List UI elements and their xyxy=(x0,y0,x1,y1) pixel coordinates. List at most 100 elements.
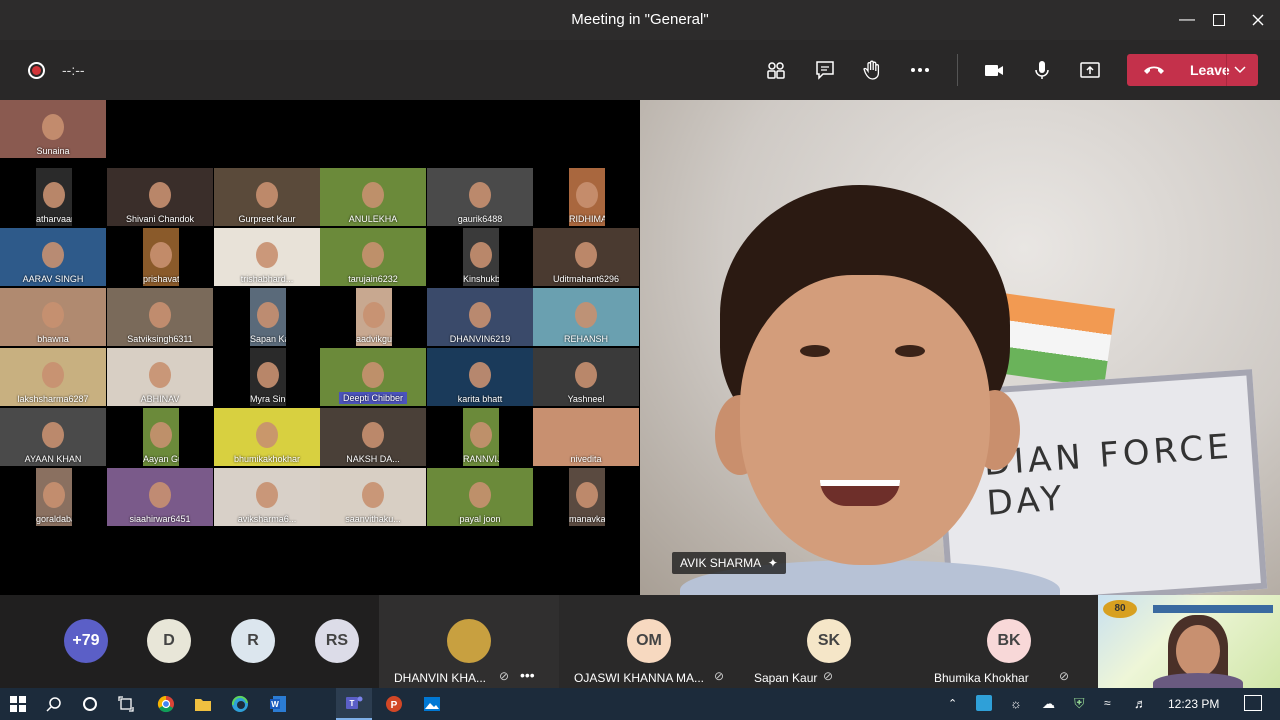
participant-thumbnail xyxy=(469,182,491,208)
security-icon[interactable]: ⛨ xyxy=(1074,695,1085,712)
notifications-icon[interactable] xyxy=(1244,695,1262,711)
app-tray-icon[interactable] xyxy=(976,695,992,711)
participant-avatar[interactable]: D xyxy=(147,619,191,663)
minimize-icon: — xyxy=(1179,11,1195,28)
speaker-eye xyxy=(800,345,830,357)
start-button[interactable] xyxy=(0,688,36,720)
wifi-icon[interactable]: ≈ xyxy=(1104,696,1111,710)
word-button[interactable]: W xyxy=(260,688,296,720)
participant-thumbnail xyxy=(42,422,64,448)
gallery-tile-name: Myra Singh xyxy=(250,394,286,404)
gallery-tile: Yashneel xyxy=(533,348,639,406)
more-options-icon[interactable]: ••• xyxy=(520,667,535,683)
gallery-tile-name: siaahirwar6451 xyxy=(129,514,191,524)
participant-avatar[interactable]: RS xyxy=(315,619,359,663)
gallery-tile: prishavats6289 xyxy=(143,228,179,286)
close-button[interactable] xyxy=(1235,0,1280,40)
gallery-tile: bhawna xyxy=(0,288,106,346)
chrome-icon xyxy=(157,695,174,713)
self-view-video[interactable]: 80 xyxy=(1098,595,1280,688)
participant-thumbnail xyxy=(362,182,384,208)
camera-button[interactable] xyxy=(978,54,1010,86)
gallery-tile-name: tarujain6232 xyxy=(348,274,398,284)
mic-muted-icon: ⊘ xyxy=(823,669,834,683)
leave-button[interactable]: Leave xyxy=(1127,54,1258,86)
photos-button[interactable] xyxy=(414,688,450,720)
gallery-tile-name: RIDHIMA Shukla xyxy=(569,214,605,224)
cloud-icon[interactable]: ☁ xyxy=(1042,696,1055,712)
tray-overflow-icon[interactable]: ⌃ xyxy=(948,697,957,710)
gallery-tile-name: aviksharma6... xyxy=(237,514,297,524)
toolbar-divider xyxy=(957,54,958,86)
gallery-tile: aviksharma6... xyxy=(214,468,320,526)
raise-hand-button[interactable] xyxy=(856,54,888,86)
gallery-tile: ABHINAV xyxy=(107,348,213,406)
participant-thumbnail xyxy=(362,242,384,268)
gallery-tile: Deepti Chibber xyxy=(320,348,426,406)
chrome-button[interactable] xyxy=(148,688,184,720)
search-button[interactable] xyxy=(36,688,72,720)
edge-button[interactable] xyxy=(222,688,258,720)
close-icon xyxy=(1252,14,1264,26)
meeting-toolbar: --:-- Leave xyxy=(0,40,1280,100)
active-speaker-video[interactable]: DIAN FORCE DAY xyxy=(640,100,1280,595)
windows-icon xyxy=(10,696,26,712)
participant-thumbnail xyxy=(362,362,384,388)
participant-tile[interactable]: SK Sapan Kaur ⊘ xyxy=(739,595,919,688)
gallery-tile-name: gaurik6488 xyxy=(457,214,503,224)
participant-thumbnail xyxy=(470,242,492,268)
participant-tile[interactable]: OM OJASWI KHANNA MA... ⊘ xyxy=(559,595,739,688)
gallery-tile-name: DHANVIN6219 xyxy=(449,334,511,344)
gallery-tile-name: Yashneel xyxy=(567,394,605,404)
teams-button[interactable]: T xyxy=(336,688,372,720)
window-title: Meeting in "General" xyxy=(571,11,709,28)
participant-thumbnail xyxy=(256,182,278,208)
more-actions-button[interactable] xyxy=(904,54,936,86)
leave-divider xyxy=(1226,54,1227,86)
task-view-button[interactable] xyxy=(108,688,144,720)
participant-thumbnail xyxy=(42,362,64,388)
cortana-button[interactable] xyxy=(72,688,108,720)
chat-button[interactable] xyxy=(809,54,841,86)
gallery-tile: manavkanot... xyxy=(569,468,605,526)
participant-thumbnail xyxy=(470,422,492,448)
shared-gallery: atharvaarora6293 Shivani Chandok Gurpreet … xyxy=(0,100,640,595)
speaker-name: AVIK SHARMA xyxy=(680,556,761,570)
microphone-button[interactable] xyxy=(1026,54,1058,86)
file-explorer-button[interactable] xyxy=(185,688,221,720)
participant-thumbnail xyxy=(43,182,65,208)
network-icon[interactable]: ☼ xyxy=(1010,696,1022,711)
participant-tile[interactable]: DHANVIN KHA... ⊘ ••• xyxy=(379,595,559,688)
participant-thumbnail xyxy=(257,302,279,328)
gallery-tile-name: lakshsharma6287 xyxy=(17,394,89,404)
gallery-tile: ANULEKHA xyxy=(320,168,426,226)
meeting-timer: --:-- xyxy=(62,62,85,78)
gallery-tile-name: Deepti Chibber xyxy=(338,392,408,404)
self-face xyxy=(1176,625,1220,677)
share-screen-button[interactable] xyxy=(1074,54,1106,86)
powerpoint-icon: P xyxy=(386,696,402,712)
participants-button[interactable] xyxy=(760,54,792,86)
participant-avatar[interactable]: R xyxy=(231,619,275,663)
chevron-down-icon[interactable] xyxy=(1233,62,1247,76)
microphone-icon xyxy=(1035,61,1049,79)
svg-text:T: T xyxy=(350,699,355,708)
task-view-icon xyxy=(118,696,134,712)
participant-thumbnail xyxy=(575,362,597,388)
gallery-tile-name: ANULEKHA xyxy=(348,214,398,224)
gallery-tile: Satviksingh6311 xyxy=(107,288,213,346)
participant-thumbnail xyxy=(575,242,597,268)
participant-tile[interactable]: BK Bhumika Khokhar ⊘ xyxy=(919,595,1099,688)
participant-thumbnail xyxy=(576,482,598,508)
gallery-tile-name: Sapan Kaur xyxy=(250,334,286,344)
gallery-tile: saanvithaku... xyxy=(320,468,426,526)
mic-muted-icon: ⊘ xyxy=(714,669,725,683)
gallery-tile: lakshsharma6287 xyxy=(0,348,106,406)
clock[interactable]: 12:23 PM xyxy=(1168,697,1219,711)
powerpoint-button[interactable]: P xyxy=(376,688,412,720)
gallery-tile-name: saanvithaku... xyxy=(345,514,401,524)
cortana-icon xyxy=(83,697,97,711)
more-participants-button[interactable]: +79 xyxy=(64,619,108,663)
volume-icon[interactable]: ♬ xyxy=(1134,696,1147,711)
chat-icon xyxy=(816,61,834,80)
